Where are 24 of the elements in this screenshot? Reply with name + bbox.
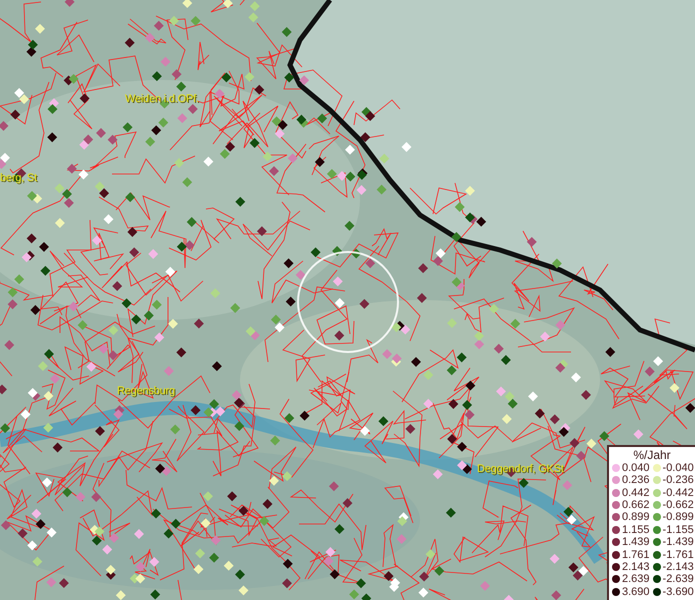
legend-label: -2.639 xyxy=(662,573,694,586)
legend-label: -3.690 xyxy=(662,586,694,598)
legend-label: -1.439 xyxy=(662,536,694,548)
place-label: Weiden i.d.OPf. xyxy=(125,93,199,105)
legend-label: -0.442 xyxy=(662,486,694,499)
legend-label: 2.143 xyxy=(622,561,650,574)
legend-label: 1.155 xyxy=(622,524,650,536)
legend-label: 1.439 xyxy=(622,536,650,548)
legend-label: 0.236 xyxy=(622,474,650,486)
legend-label: 3.690 xyxy=(622,586,650,598)
legend-label: 0.662 xyxy=(622,499,650,512)
legend-label: -1.761 xyxy=(662,548,694,561)
legend-label: -0.236 xyxy=(662,474,694,486)
legend-label: -0.040 xyxy=(662,462,694,474)
legend-label: 1.761 xyxy=(622,548,650,561)
legend-title: %/Jahr xyxy=(632,448,672,462)
legend-label: 0.040 xyxy=(622,462,650,474)
legend-label: 0.442 xyxy=(622,486,650,499)
legend-label: -0.899 xyxy=(662,511,694,524)
legend-label: 2.639 xyxy=(622,573,650,586)
legend-label: 0.899 xyxy=(622,511,650,524)
legend-label: -0.662 xyxy=(662,499,694,512)
legend-label: -1.155 xyxy=(662,524,694,536)
legend-label: -2.143 xyxy=(662,561,694,574)
